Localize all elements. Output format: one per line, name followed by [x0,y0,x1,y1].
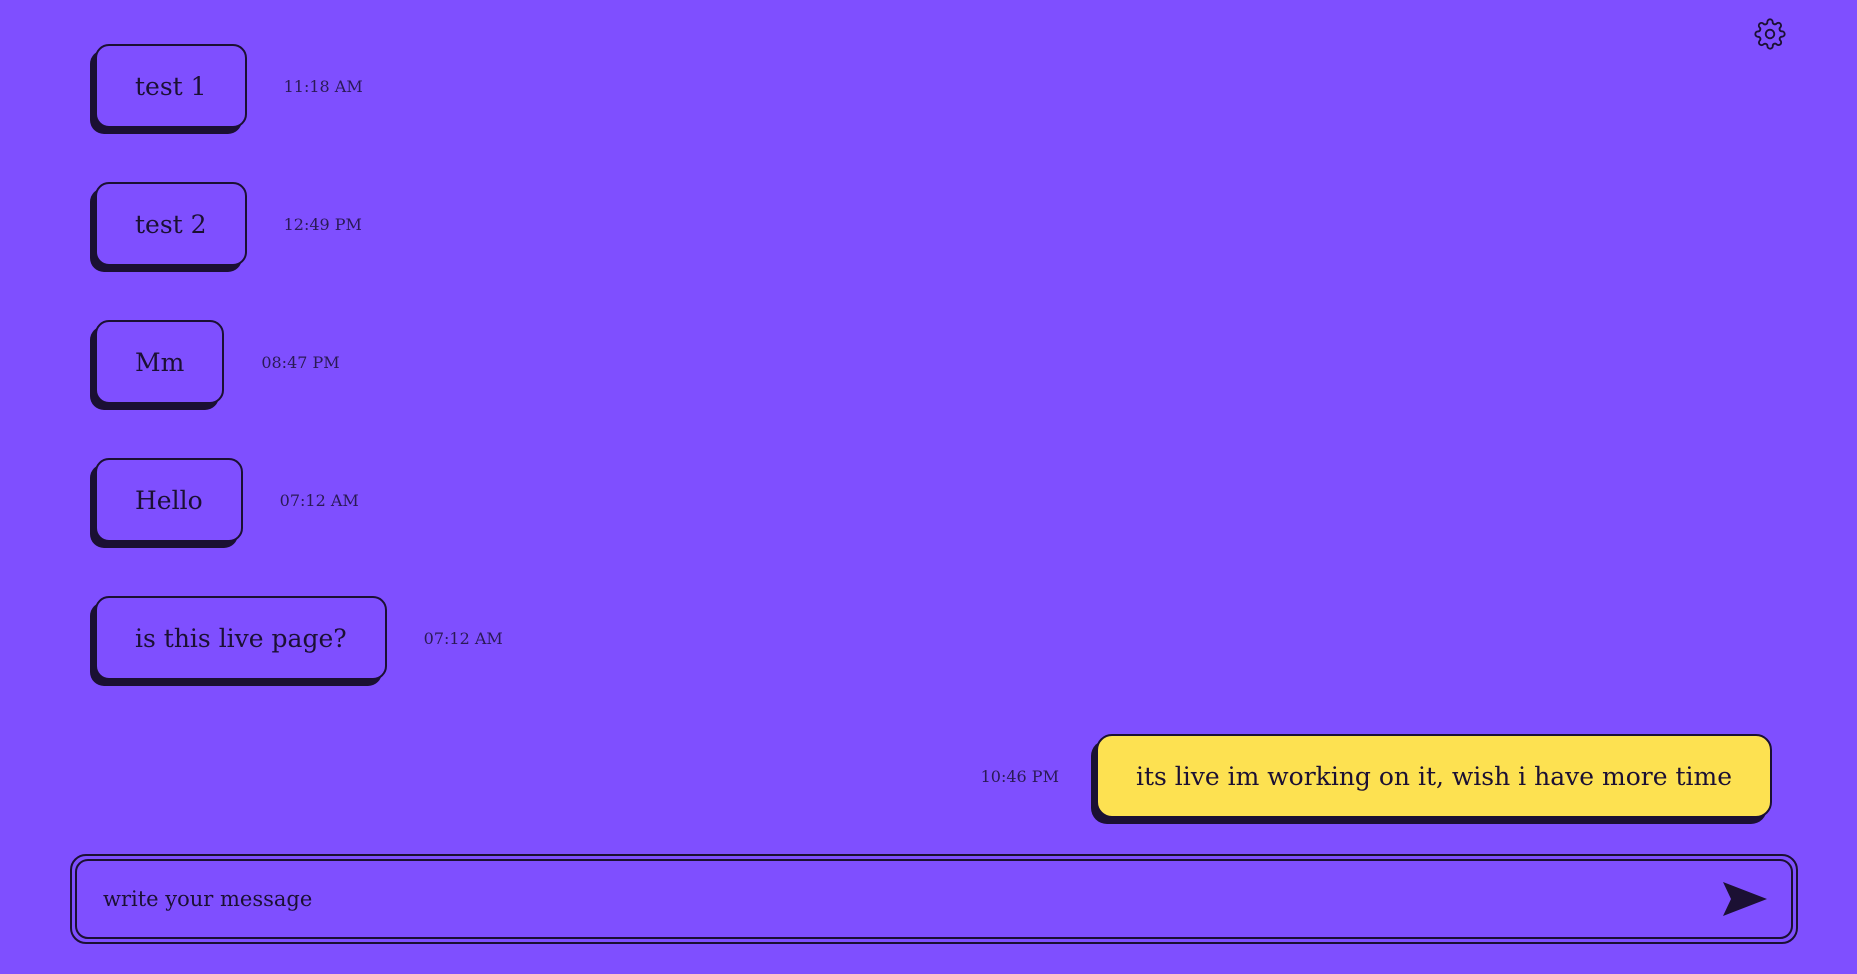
message-timestamp: 11:18 AM [283,76,363,96]
message-row-outgoing: its live im working on it, wish i have m… [981,730,1772,822]
message-timestamp: 10:46 PM [980,766,1059,786]
message-bubble: test 2 [95,182,247,266]
message-bubble: is this live page? [95,596,387,680]
message-input[interactable] [101,886,1721,912]
message-row: test 1 11:18 AM [95,40,363,132]
composer-field [75,859,1793,939]
message-row: is this live page? 07:12 AM [95,592,503,684]
message-list[interactable]: test 1 11:18 AM test 2 12:49 PM Mm 08:47… [0,0,1857,840]
message-row: Mm 08:47 PM [95,316,340,408]
message-row: test 2 12:49 PM [95,178,362,270]
message-timestamp: 12:49 PM [283,214,362,234]
message-composer [70,854,1798,944]
send-icon [1721,880,1769,918]
message-bubble: Hello [95,458,243,542]
message-bubble: test 1 [95,44,247,128]
message-timestamp: 08:47 PM [261,352,340,372]
send-button[interactable] [1721,879,1769,919]
message-bubble-outgoing: its live im working on it, wish i have m… [1095,734,1772,818]
message-timestamp: 07:12 AM [279,490,359,510]
message-bubble: Mm [95,320,225,404]
message-timestamp: 07:12 AM [423,628,503,648]
message-row: Hello 07:12 AM [95,454,359,546]
